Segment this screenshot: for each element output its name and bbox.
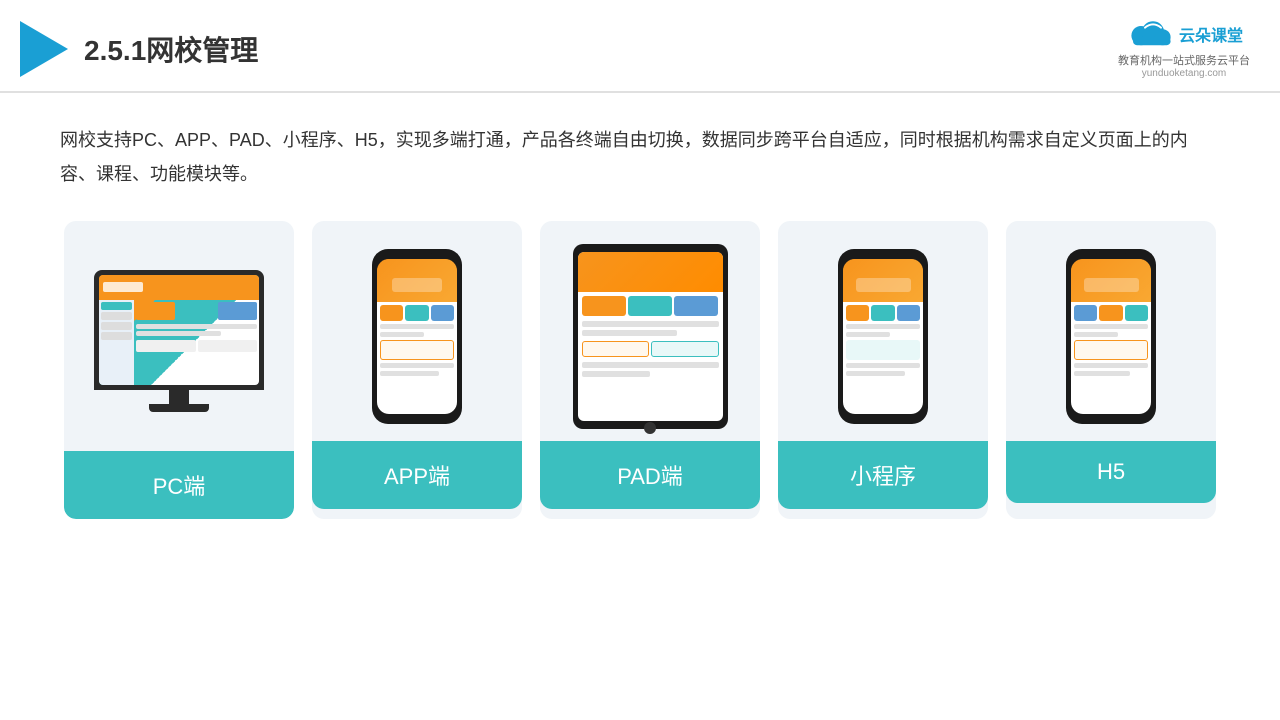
brand-name-cn: 云朵课堂 <box>1179 22 1243 46</box>
card-pc: PC端 <box>64 221 294 519</box>
header: 2.5.1网校管理 云朵课堂 教育机构一站式服务云平台 yunduoketang… <box>0 0 1280 93</box>
header-left: 2.5.1网校管理 <box>20 21 258 77</box>
pc-monitor-icon <box>94 270 264 412</box>
card-h5-image <box>1006 221 1216 441</box>
cards-container: PC端 <box>60 221 1220 519</box>
phone-h5-icon <box>1066 249 1156 424</box>
cloud-icon <box>1125 18 1173 50</box>
card-pc-label: PC端 <box>64 451 294 519</box>
card-pad-label: PAD端 <box>540 441 760 509</box>
card-pad: PAD端 <box>540 221 760 519</box>
page-title: 2.5.1网校管理 <box>84 29 258 69</box>
brand-section: 云朵课堂 教育机构一站式服务云平台 yunduoketang.com <box>1118 18 1250 79</box>
card-pad-image <box>540 221 760 441</box>
card-miniprogram-image <box>778 221 988 441</box>
card-miniprogram: 小程序 <box>778 221 988 519</box>
card-h5-label: H5 <box>1006 441 1216 503</box>
brand-tagline: 教育机构一站式服务云平台 <box>1118 52 1250 68</box>
brand-url: yunduoketang.com <box>1142 68 1227 79</box>
card-pc-image <box>64 221 294 451</box>
card-app: APP端 <box>312 221 522 519</box>
description-text: 网校支持PC、APP、PAD、小程序、H5，实现多端打通，产品各终端自由切换，数… <box>60 123 1220 191</box>
brand-logo: 云朵课堂 <box>1125 18 1243 50</box>
main-content: 网校支持PC、APP、PAD、小程序、H5，实现多端打通，产品各终端自由切换，数… <box>0 93 1280 539</box>
card-miniprogram-label: 小程序 <box>778 441 988 509</box>
card-app-label: APP端 <box>312 441 522 509</box>
tablet-pad-icon <box>573 244 728 429</box>
phone-miniprogram-icon <box>838 249 928 424</box>
logo-triangle-icon <box>20 21 68 77</box>
phone-app-icon <box>372 249 462 424</box>
card-app-image <box>312 221 522 441</box>
card-h5: H5 <box>1006 221 1216 519</box>
